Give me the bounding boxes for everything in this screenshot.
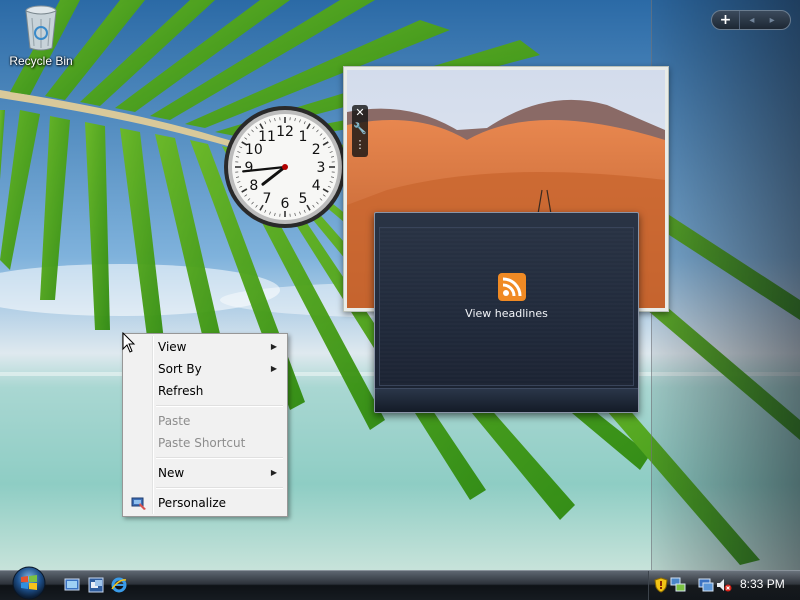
display-icon[interactable]	[698, 577, 714, 593]
menu-item-paste[interactable]: Paste	[125, 410, 285, 432]
clock-number: 5	[299, 191, 308, 207]
menu-item-view[interactable]: View ▶	[125, 336, 285, 358]
recycle-bin-icon	[25, 5, 57, 51]
menu-item-refresh[interactable]: Refresh	[125, 380, 285, 402]
rss-icon[interactable]	[498, 273, 526, 301]
desktop-context-menu: View ▶ Sort By ▶ Refresh Paste Paste Sho…	[122, 333, 288, 517]
submenu-arrow-icon: ▶	[270, 468, 277, 477]
security-shield-icon[interactable]	[653, 577, 669, 593]
sidebar-panel	[651, 0, 800, 570]
sidebar-controls: + ◂ ▸	[711, 10, 791, 30]
feed-headlines-gadget: View headlines	[374, 212, 639, 413]
menu-separator	[156, 454, 285, 462]
clock-number: 2	[312, 142, 321, 158]
gadget-toolbar: ✕ 🔧 ⋮	[352, 105, 368, 157]
gadget-options-button[interactable]: 🔧	[353, 121, 367, 137]
internet-explorer-icon[interactable]	[111, 577, 127, 593]
menu-item-label: New	[158, 466, 185, 480]
menu-separator	[156, 402, 285, 410]
gadget-nav-buttons[interactable]: ◂ ▸	[740, 15, 790, 26]
menu-item-label: Personalize	[158, 496, 227, 510]
recycle-bin-label: Recycle Bin	[9, 54, 73, 68]
submenu-arrow-icon: ▶	[270, 364, 277, 373]
clock-number: 8	[249, 178, 258, 194]
clock-number: 12	[276, 124, 294, 140]
menu-item-sort-by[interactable]: Sort By ▶	[125, 358, 285, 380]
switch-windows-icon[interactable]	[88, 577, 104, 593]
volume-muted-icon[interactable]	[716, 577, 732, 593]
mouse-cursor-icon	[122, 332, 136, 353]
clock-number: 7	[263, 191, 272, 207]
feed-footer	[375, 388, 638, 412]
clock-number: 6	[281, 196, 290, 212]
taskbar-clock[interactable]: 8:33 PM	[740, 577, 785, 591]
clock-number: 3	[317, 160, 326, 176]
personalize-icon	[131, 497, 146, 510]
clock-number: 1	[299, 129, 308, 145]
menu-item-new[interactable]: New ▶	[125, 462, 285, 484]
clock-gadget[interactable]: 12 1234567891011	[222, 104, 348, 230]
menu-separator	[156, 484, 285, 492]
clock-number: 9	[245, 160, 254, 176]
recycle-bin[interactable]: Recycle Bin	[6, 4, 76, 68]
menu-item-paste-shortcut[interactable]: Paste Shortcut	[125, 432, 285, 454]
network-icon[interactable]	[670, 577, 686, 593]
drag-gadget-handle[interactable]: ⋮	[353, 137, 367, 153]
clock-number: 11	[258, 129, 276, 145]
submenu-arrow-icon: ▶	[270, 342, 277, 351]
menu-item-label: Paste Shortcut	[158, 436, 246, 450]
close-gadget-button[interactable]: ✕	[353, 105, 367, 121]
menu-item-label: Sort By	[158, 362, 202, 376]
menu-item-label: View	[158, 340, 187, 354]
show-desktop-icon[interactable]	[64, 577, 80, 593]
add-gadget-button[interactable]: +	[712, 11, 740, 29]
windows-orb-icon[interactable]	[8, 564, 50, 600]
menu-item-personalize[interactable]: Personalize	[125, 492, 285, 514]
menu-item-label: Paste	[158, 414, 191, 428]
clock-number: 4	[312, 178, 321, 194]
view-headlines-link[interactable]: View headlines	[375, 307, 638, 320]
menu-item-label: Refresh	[158, 384, 204, 398]
